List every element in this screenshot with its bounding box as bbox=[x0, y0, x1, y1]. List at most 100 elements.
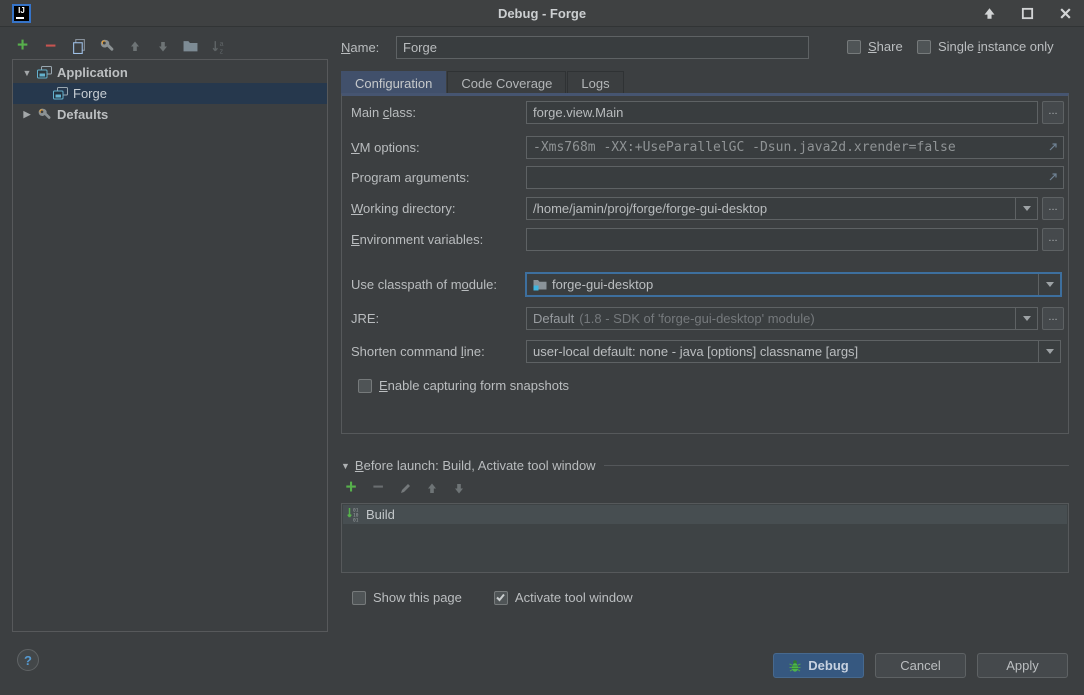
name-label: Name: bbox=[341, 40, 379, 55]
move-up-icon[interactable] bbox=[126, 38, 143, 55]
use-classpath-combobox[interactable]: forge-gui-desktop bbox=[526, 273, 1061, 296]
maximize-icon[interactable] bbox=[1020, 6, 1034, 20]
working-directory-input[interactable] bbox=[526, 197, 1038, 220]
tree-node-application[interactable]: ▼ Application bbox=[13, 62, 327, 83]
configuration-editor: Name: Share Single instance only Configu… bbox=[341, 27, 1084, 695]
minimize-icon[interactable] bbox=[982, 6, 996, 20]
before-launch-task-list: 011001 Build bbox=[341, 503, 1069, 573]
sidebar-toolbar: + − az bbox=[14, 36, 227, 56]
before-launch-header[interactable]: ▼ Before launch: Build, Activate tool wi… bbox=[341, 458, 1069, 473]
single-instance-checkbox[interactable] bbox=[917, 40, 931, 54]
enable-snapshots-checkbox[interactable] bbox=[358, 379, 372, 393]
apply-button[interactable]: Apply bbox=[977, 653, 1068, 678]
task-build[interactable]: 011001 Build bbox=[343, 505, 1067, 524]
use-classpath-row: Use classpath of module: forge-gui-deskt… bbox=[342, 273, 1068, 296]
tab-configuration[interactable]: Configuration bbox=[341, 71, 446, 94]
chevron-down-icon[interactable]: ▼ bbox=[21, 68, 33, 78]
close-icon[interactable] bbox=[1058, 6, 1072, 20]
working-directory-browse-button[interactable]: ... bbox=[1042, 197, 1064, 220]
build-icon: 011001 bbox=[347, 507, 360, 522]
cancel-button[interactable]: Cancel bbox=[875, 653, 966, 678]
chevron-down-icon[interactable] bbox=[1015, 308, 1037, 329]
use-classpath-value: forge-gui-desktop bbox=[552, 277, 653, 292]
before-launch-title: Before launch: Build, Activate tool wind… bbox=[355, 458, 596, 473]
svg-text:z: z bbox=[220, 48, 224, 54]
vm-options-label: VM options: bbox=[351, 140, 420, 155]
share-label: Share bbox=[868, 39, 903, 54]
edit-defaults-icon[interactable] bbox=[98, 38, 115, 55]
environment-variables-browse-button[interactable]: ... bbox=[1042, 228, 1064, 251]
chevron-right-icon[interactable]: ▶ bbox=[21, 109, 33, 120]
program-arguments-input[interactable] bbox=[526, 166, 1064, 189]
bug-icon bbox=[788, 659, 802, 673]
jre-combobox[interactable]: Default (1.8 - SDK of 'forge-gui-desktop… bbox=[526, 307, 1038, 330]
vm-options-input[interactable] bbox=[526, 136, 1064, 159]
show-this-page-checkbox[interactable] bbox=[352, 591, 366, 605]
before-launch-options: Show this page Activate tool window bbox=[352, 590, 633, 605]
chevron-down-icon[interactable] bbox=[1038, 341, 1060, 362]
jre-row: JRE: Default (1.8 - SDK of 'forge-gui-de… bbox=[342, 307, 1068, 330]
chevron-down-icon[interactable] bbox=[1038, 274, 1060, 295]
tree-node-forge[interactable]: Forge bbox=[13, 83, 327, 104]
configurations-sidebar: + − az ▼ Application bbox=[0, 27, 340, 695]
debug-button[interactable]: Debug bbox=[773, 653, 864, 678]
single-instance-checkbox-group: Single instance only bbox=[917, 39, 1054, 54]
expand-icon[interactable] bbox=[1047, 141, 1059, 156]
add-configuration-icon[interactable]: + bbox=[14, 38, 31, 55]
name-row: Name: Share Single instance only bbox=[341, 36, 1069, 59]
share-checkbox-group: Share bbox=[847, 39, 903, 54]
environment-variables-label: Environment variables: bbox=[351, 232, 483, 247]
shorten-command-line-combobox[interactable]: user-local default: none - java [options… bbox=[526, 340, 1061, 363]
configuration-tab-panel: Main class: ... VM options: Program argu… bbox=[341, 93, 1069, 434]
tab-bar: Configuration Code Coverage Logs bbox=[341, 71, 625, 94]
working-directory-label: Working directory: bbox=[351, 201, 456, 216]
program-arguments-row: Program arguments: bbox=[342, 166, 1068, 189]
working-directory-dropdown-icon[interactable] bbox=[1015, 198, 1037, 219]
tree-node-label: Defaults bbox=[57, 107, 108, 122]
folder-icon[interactable] bbox=[182, 38, 199, 55]
before-launch-toolbar: + − bbox=[344, 479, 466, 497]
main-class-input[interactable] bbox=[526, 101, 1038, 124]
jre-value: Default bbox=[533, 311, 574, 326]
main-class-row: Main class: ... bbox=[342, 101, 1068, 124]
application-icon bbox=[53, 87, 68, 100]
tab-logs[interactable]: Logs bbox=[567, 71, 623, 94]
window-controls bbox=[982, 6, 1072, 20]
move-down-icon[interactable] bbox=[154, 38, 171, 55]
enable-snapshots-label: Enable capturing form snapshots bbox=[379, 378, 569, 393]
configurations-tree: ▼ Application Forge ▶ Defaults bbox=[12, 59, 328, 632]
move-task-up-icon[interactable] bbox=[425, 480, 439, 496]
single-instance-label: Single instance only bbox=[938, 39, 1054, 54]
program-arguments-label: Program arguments: bbox=[351, 170, 470, 185]
main-class-browse-button[interactable]: ... bbox=[1042, 101, 1064, 124]
collapse-icon[interactable]: ▼ bbox=[341, 461, 350, 471]
working-directory-row: Working directory: ... bbox=[342, 197, 1068, 220]
tab-code-coverage[interactable]: Code Coverage bbox=[447, 71, 566, 94]
title-bar: IJ Debug - Forge bbox=[0, 0, 1084, 27]
environment-variables-input[interactable] bbox=[526, 228, 1038, 251]
edit-task-icon[interactable] bbox=[398, 480, 412, 496]
sort-configurations-icon[interactable]: az bbox=[210, 38, 227, 55]
help-button[interactable]: ? bbox=[17, 649, 39, 671]
name-input[interactable] bbox=[396, 36, 809, 59]
svg-text:01: 01 bbox=[353, 518, 359, 523]
jre-label: JRE: bbox=[351, 311, 379, 326]
remove-task-icon[interactable]: − bbox=[371, 480, 385, 496]
expand-icon[interactable] bbox=[1047, 171, 1059, 186]
application-icon bbox=[37, 66, 52, 79]
tree-node-defaults[interactable]: ▶ Defaults bbox=[13, 104, 327, 125]
tree-node-label: Forge bbox=[73, 86, 107, 101]
copy-configuration-icon[interactable] bbox=[70, 38, 87, 55]
remove-configuration-icon[interactable]: − bbox=[42, 38, 59, 55]
jre-hint: (1.8 - SDK of 'forge-gui-desktop' module… bbox=[579, 311, 814, 326]
tree-node-label: Application bbox=[57, 65, 128, 80]
add-task-icon[interactable]: + bbox=[344, 480, 358, 496]
move-task-down-icon[interactable] bbox=[452, 480, 466, 496]
intellij-logo-icon: IJ bbox=[12, 4, 31, 23]
share-checkbox[interactable] bbox=[847, 40, 861, 54]
enable-snapshots-row: Enable capturing form snapshots bbox=[358, 378, 569, 393]
shorten-command-line-row: Shorten command line: user-local default… bbox=[342, 340, 1068, 363]
jre-browse-button[interactable]: ... bbox=[1042, 307, 1064, 330]
activate-tool-window-checkbox[interactable] bbox=[494, 591, 508, 605]
module-icon bbox=[533, 279, 547, 291]
